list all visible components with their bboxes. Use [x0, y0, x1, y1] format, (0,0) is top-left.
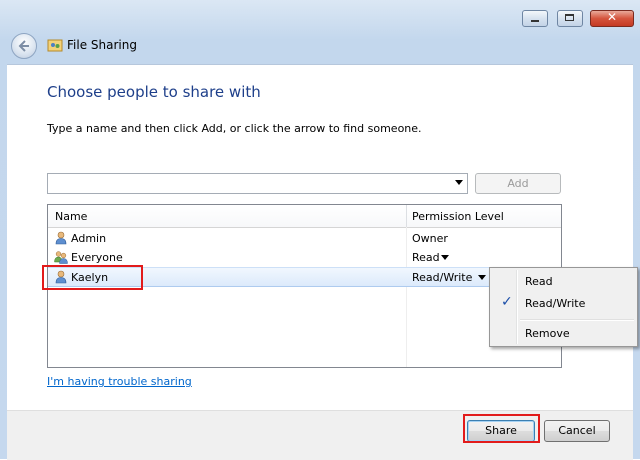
row-permission: Owner	[412, 232, 448, 245]
maximize-icon	[565, 14, 574, 21]
highlight-share	[463, 414, 540, 443]
window-frame: ✕ File Sharing Choose people to share wi…	[0, 0, 640, 460]
menu-item-remove[interactable]: Remove	[492, 322, 635, 344]
instructions-text: Type a name and then click Add, or click…	[47, 122, 422, 135]
row-name: Everyone	[71, 251, 123, 264]
chevron-down-icon[interactable]	[478, 275, 486, 280]
row-permission-dropdown[interactable]: Read	[412, 251, 440, 264]
menu-item-read[interactable]: Read	[492, 270, 635, 292]
maximize-button[interactable]	[557, 10, 583, 27]
checkmark-icon: ✓	[501, 294, 513, 310]
page-heading: Choose people to share with	[47, 83, 261, 101]
close-button[interactable]: ✕	[590, 10, 634, 27]
minimize-icon	[531, 20, 539, 22]
file-sharing-icon	[47, 39, 63, 52]
cancel-button[interactable]: Cancel	[544, 420, 610, 442]
content-panel: Choose people to share with Type a name …	[7, 64, 633, 411]
add-button[interactable]: Add	[475, 173, 561, 194]
menu-separator	[520, 319, 634, 321]
window-title: File Sharing	[67, 38, 137, 52]
menu-item-label: Remove	[525, 327, 570, 340]
row-permission-dropdown[interactable]: Read/Write	[412, 271, 472, 284]
column-divider[interactable]	[406, 205, 407, 227]
permission-menu: Read ✓ Read/Write Remove	[489, 267, 638, 347]
column-header-permission[interactable]: Permission Level	[412, 210, 504, 223]
back-button[interactable]	[11, 33, 37, 59]
row-name: Admin	[71, 232, 107, 245]
close-icon: ✕	[606, 10, 618, 24]
trouble-sharing-link[interactable]: I'm having trouble sharing	[47, 375, 192, 388]
group-icon	[54, 251, 68, 264]
menu-item-label: Read/Write	[525, 297, 586, 310]
user-icon	[55, 231, 67, 245]
list-header: Name Permission Level	[48, 205, 561, 228]
menu-item-read-write[interactable]: ✓ Read/Write	[492, 292, 635, 314]
dropdown-arrow-icon[interactable]	[455, 180, 463, 185]
back-arrow-icon	[18, 40, 29, 52]
column-header-name[interactable]: Name	[55, 210, 87, 223]
name-combobox[interactable]	[47, 173, 468, 194]
menu-item-label: Read	[525, 275, 553, 288]
chevron-down-icon[interactable]	[441, 255, 449, 260]
highlight-kaelyn	[42, 265, 143, 290]
list-row-admin[interactable]: Admin Owner	[48, 229, 561, 248]
minimize-button[interactable]	[522, 10, 548, 27]
